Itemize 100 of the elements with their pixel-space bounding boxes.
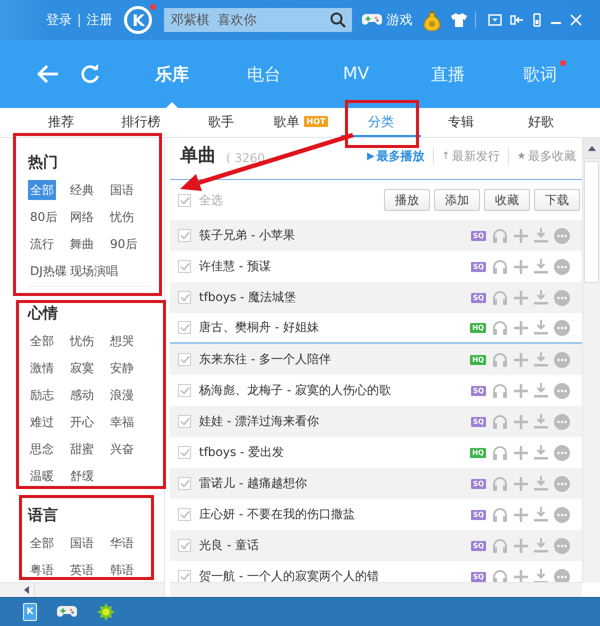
headphones-icon[interactable] [492,320,508,336]
category-tag[interactable]: 华语 [108,532,136,552]
plus-icon[interactable] [514,414,528,428]
gamepad-icon[interactable] [57,605,77,619]
more-icon[interactable] [554,320,570,336]
song-title[interactable]: 东来东往 - 多一个人陪伴 [199,351,331,368]
action-button[interactable]: 播放 [384,189,430,211]
category-tab[interactable]: 好歌 [501,108,581,137]
plus-icon[interactable] [514,570,528,582]
star-icon[interactable] [97,603,115,621]
more-icon[interactable] [554,444,570,460]
search-field[interactable]: 邓紫棋 喜欢你 [164,8,352,32]
song-title[interactable]: tfboys - 魔法城堡 [199,289,296,306]
more-icon[interactable] [554,414,570,430]
plus-icon[interactable] [514,290,528,304]
song-title[interactable]: tfboys - 爱出发 [199,444,284,461]
more-icon[interactable] [554,506,570,522]
download-icon[interactable] [534,414,548,429]
phone-icon[interactable] [532,13,542,27]
category-tag[interactable]: 温暖 [28,466,56,486]
more-icon[interactable] [554,568,570,582]
more-icon[interactable] [554,476,570,492]
headphones-icon[interactable] [492,258,508,274]
headphones-icon[interactable] [492,476,508,492]
checkbox[interactable] [178,291,191,304]
download-icon[interactable] [534,228,548,243]
download-icon[interactable] [534,383,548,398]
plus-icon[interactable] [514,228,528,242]
headphones-icon[interactable] [492,444,508,460]
more-icon[interactable] [554,382,570,398]
more-icon[interactable] [554,228,570,244]
category-tag[interactable]: 寂寞 [68,358,96,378]
back-arrow-icon[interactable] [36,64,60,84]
category-tag[interactable]: 网络 [68,206,96,226]
checkbox[interactable] [178,194,191,206]
category-tag[interactable]: 激情 [28,358,56,378]
plus-icon[interactable] [514,320,528,334]
category-tag[interactable]: 流行 [28,234,56,254]
plus-icon[interactable] [514,476,528,490]
category-tab[interactable]: 歌手 [181,108,261,137]
shirt-icon[interactable] [451,13,468,27]
category-tab[interactable]: 推荐 [21,108,101,137]
song-title[interactable]: 唐古、樊桐舟 - 好姐妹 [199,319,319,336]
plus-icon[interactable] [514,352,528,366]
category-tag[interactable]: 想哭 [108,330,136,350]
song-title[interactable]: 杨海彪、龙梅子 - 寂寞的人伤心的歌 [199,382,391,399]
category-tag[interactable]: 全部 [28,330,56,350]
category-tag[interactable]: 全部 [28,532,56,552]
headphones-icon[interactable] [492,414,508,430]
headphones-icon[interactable] [492,506,508,522]
category-tag[interactable]: 安静 [108,358,136,378]
checkbox[interactable] [178,539,191,552]
category-tag[interactable]: 舒缓 [68,466,96,486]
action-button[interactable]: 下载 [534,189,580,211]
category-tag[interactable]: 经典 [68,180,96,200]
coin-bag-icon[interactable] [422,9,442,31]
category-tag[interactable]: 难过 [28,412,56,432]
headphones-icon[interactable] [492,382,508,398]
refresh-icon[interactable] [80,64,100,84]
checkbox[interactable] [178,415,191,428]
category-tag[interactable]: 国语 [68,532,96,552]
plus-icon[interactable] [514,538,528,552]
headphones-icon[interactable] [492,228,508,244]
category-tag[interactable]: 舞曲 [68,234,96,254]
category-tag[interactable]: 浪漫 [108,384,136,404]
headphones-icon[interactable] [492,568,508,582]
checkbox[interactable] [178,321,191,334]
download-icon[interactable] [534,507,548,522]
category-tag[interactable]: 英语 [68,560,96,580]
plus-icon[interactable] [514,260,528,274]
headphones-icon[interactable] [492,352,508,368]
more-icon[interactable] [554,352,570,368]
category-tag[interactable]: 甜蜜 [68,438,96,458]
category-tag[interactable]: 幸福 [108,412,136,432]
checkbox[interactable] [178,229,191,242]
category-tab[interactable]: 专辑 [421,108,501,137]
category-tag[interactable]: 感动 [68,384,96,404]
more-icon[interactable] [554,258,570,274]
category-tag[interactable]: 90后 [108,234,140,254]
song-title[interactable]: 许佳慧 - 预谋 [199,258,271,275]
download-icon[interactable] [534,538,548,553]
checkbox[interactable] [178,508,191,521]
song-title[interactable]: 筷子兄弟 - 小苹果 [199,227,295,244]
plus-icon[interactable] [514,384,528,398]
category-tag[interactable]: 国语 [108,180,136,200]
dropdown-icon[interactable] [488,14,502,26]
song-title[interactable]: 庄心妍 - 不要在我的伤口撒盐 [199,506,355,523]
category-tag[interactable]: 思念 [28,438,56,458]
category-tag[interactable]: 现场演唱 [68,260,120,280]
headphones-icon[interactable] [492,290,508,306]
category-tag[interactable]: 励志 [28,384,56,404]
download-icon[interactable] [534,290,548,305]
checkbox[interactable] [178,353,191,366]
download-icon[interactable] [534,476,548,491]
search-input[interactable]: 邓紫棋 喜欢你 [170,12,330,28]
headphones-icon[interactable] [492,538,508,554]
checkbox[interactable] [178,570,191,582]
song-title[interactable]: 贺一航 - 一个人的寂寞两个人的错 [199,568,379,582]
download-icon[interactable] [534,569,548,582]
checkbox[interactable] [178,260,191,273]
